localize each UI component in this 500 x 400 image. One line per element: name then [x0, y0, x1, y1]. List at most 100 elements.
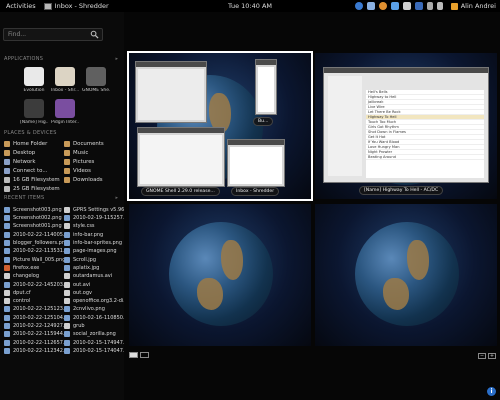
file-icon [64, 240, 70, 247]
update-icon[interactable] [378, 2, 387, 10]
app-icon [24, 99, 44, 118]
messaging-icon[interactable] [414, 2, 423, 10]
file-icon [64, 289, 70, 296]
app-menu[interactable]: Inbox - Shredder [42, 2, 109, 10]
recent-item[interactable]: style.css [64, 223, 124, 231]
recent-label: info-bar-sprites.png [73, 240, 123, 247]
applications-expand-icon[interactable]: ▸ [115, 56, 118, 62]
recent-item[interactable]: changelog [4, 272, 62, 280]
window-thumb-gnome-shell[interactable] [137, 127, 225, 187]
place-item[interactable]: 25 GB Filesystem [4, 185, 62, 193]
recent-item[interactable]: control [4, 297, 62, 305]
window-thumb-browser[interactable] [255, 59, 277, 115]
window-caption-gnome-shell[interactable]: GNOME Shell 2.29.0 release... [141, 187, 220, 196]
recent-item[interactable]: 2010-02-22-125123... [4, 306, 68, 314]
recent-label: info-bar.png [73, 231, 104, 238]
recent-item[interactable]: 2010-02-16-110850... [64, 314, 128, 322]
recent-item[interactable]: 2010-02-19-115257... [64, 214, 128, 222]
window-caption-highway[interactable]: [Name] Highway To Hell - AC/DC [359, 186, 444, 195]
place-item[interactable]: Network [4, 158, 62, 166]
volume-icon[interactable] [426, 2, 433, 10]
place-item[interactable]: Music [64, 149, 122, 157]
recent-item[interactable]: 2010-02-22-145203... [4, 281, 68, 289]
recent-item[interactable]: 2010-02-22-125104... [4, 314, 68, 322]
recent-item[interactable]: 2010-02-22-113531... [4, 247, 68, 255]
recent-item[interactable]: out.ogv [64, 289, 124, 297]
wifi-icon[interactable] [436, 2, 443, 10]
recent-item[interactable]: 2010-02-22-114005... [4, 231, 68, 239]
recent-item[interactable]: 2010-02-15-174047... [64, 347, 128, 355]
recent-item[interactable]: Screenshot001.png [4, 223, 62, 231]
recent-item[interactable]: blogger_followers.png [4, 239, 68, 247]
app-launcher[interactable]: Evolution [20, 66, 48, 96]
place-item[interactable]: Desktop [4, 149, 62, 157]
recent-label: 2cnvlivo.png [73, 306, 105, 313]
recent-item[interactable]: 2010-02-22-124927... [4, 322, 68, 330]
recent-item[interactable]: 2010-02-22-115944... [4, 330, 68, 338]
recent-item[interactable]: Screenshot002.png [4, 214, 62, 222]
app-launcher[interactable]: GNOME She... [82, 66, 110, 96]
file-icon [64, 347, 70, 354]
activities-button[interactable]: Activities [0, 2, 42, 10]
user-menu[interactable]: Alin Andrei [450, 2, 496, 10]
place-item[interactable]: Connect to... [4, 167, 62, 175]
file-icon [4, 273, 10, 280]
recent-item[interactable]: social_zorilla.png [64, 330, 124, 338]
recent-item[interactable]: info-bar.png [64, 231, 124, 239]
places-heading: PLACES & DEVICES [4, 130, 57, 136]
cloud-icon[interactable] [390, 2, 399, 10]
mail-icon[interactable] [402, 2, 411, 10]
recent-item[interactable]: 2010-02-22-112657... [4, 339, 68, 347]
place-item[interactable]: Home Folder [4, 140, 62, 148]
recent-label: 2010-02-15-174047... [73, 347, 128, 354]
recent-item[interactable]: aplatix.jpg [64, 264, 124, 272]
recent-item[interactable]: info-bar-sprites.png [64, 239, 124, 247]
window-thumb-music-player[interactable]: Hell's Bells Highway to Hell Jailbreak Live… [323, 67, 489, 183]
search-input[interactable]: Find... [3, 28, 103, 41]
network-icon[interactable] [354, 2, 363, 10]
recent-expand-icon[interactable]: ▸ [115, 195, 118, 201]
add-workspace-button[interactable]: + [488, 353, 496, 359]
recent-item[interactable]: Scroll.jpg [64, 256, 124, 264]
recent-item[interactable]: 2010-02-22-112342... [4, 347, 68, 355]
place-item[interactable]: 16 GB Filesystem [4, 176, 62, 184]
window-caption-bu[interactable]: Bu... [253, 117, 274, 126]
recent-item[interactable]: page-images.png [64, 247, 124, 255]
place-item[interactable]: Pictures [64, 158, 122, 166]
remove-workspace-button[interactable]: − [478, 353, 486, 359]
recent-item[interactable]: openoffice.org3.2-di... [64, 297, 128, 305]
chat-icon[interactable] [366, 2, 375, 10]
app-launcher[interactable]: Pidgin Inter... [51, 98, 79, 128]
recent-item[interactable]: firefox.exe [4, 264, 62, 272]
recent-item[interactable]: dput.cf [4, 289, 62, 297]
place-item[interactable]: Videos [64, 167, 122, 175]
recent-label: out.avi [73, 281, 91, 288]
window-caption-inbox[interactable]: Inbox - Shredder [231, 187, 280, 196]
recent-item[interactable]: grub [64, 322, 124, 330]
user-name: Alin Andrei [460, 2, 496, 10]
recent-item[interactable]: GPRS Settings v5.96... [64, 206, 129, 214]
workspace-4[interactable] [315, 204, 497, 346]
recent-label: Screenshot003.png [13, 206, 62, 213]
recent-item[interactable]: outardamus.avi [64, 272, 124, 280]
app-launcher[interactable]: [Name] Hig... [20, 98, 48, 128]
grid-view-button[interactable] [129, 352, 138, 358]
file-icon [64, 331, 70, 338]
recent-item[interactable]: 2010-02-15-174947... [64, 339, 128, 347]
window-thumb-inbox[interactable] [227, 139, 285, 187]
folder-icon [4, 141, 10, 147]
recent-item[interactable]: Screenshot003.png [4, 206, 62, 214]
workspace-2[interactable]: Hell's Bells Highway to Hell Jailbreak Live… [315, 53, 497, 199]
info-icon[interactable]: i [487, 387, 496, 396]
workspace-1[interactable]: Bu... GNOME Shell 2.29.0 release... Inbo… [127, 51, 313, 201]
workspace-3[interactable] [129, 204, 311, 346]
recent-item[interactable]: 2cnvlivo.png [64, 306, 124, 314]
place-item[interactable]: Downloads [64, 176, 122, 184]
app-launcher[interactable]: Inbox - Shr... [51, 66, 79, 96]
place-item[interactable]: Documents [64, 140, 122, 148]
recent-label: out.ogv [73, 289, 92, 296]
recent-item[interactable]: out.avi [64, 281, 124, 289]
recent-item[interactable]: Picture Wall_005.png [4, 256, 65, 264]
window-thumb-editor[interactable] [135, 61, 207, 123]
linear-view-button[interactable] [140, 352, 149, 358]
